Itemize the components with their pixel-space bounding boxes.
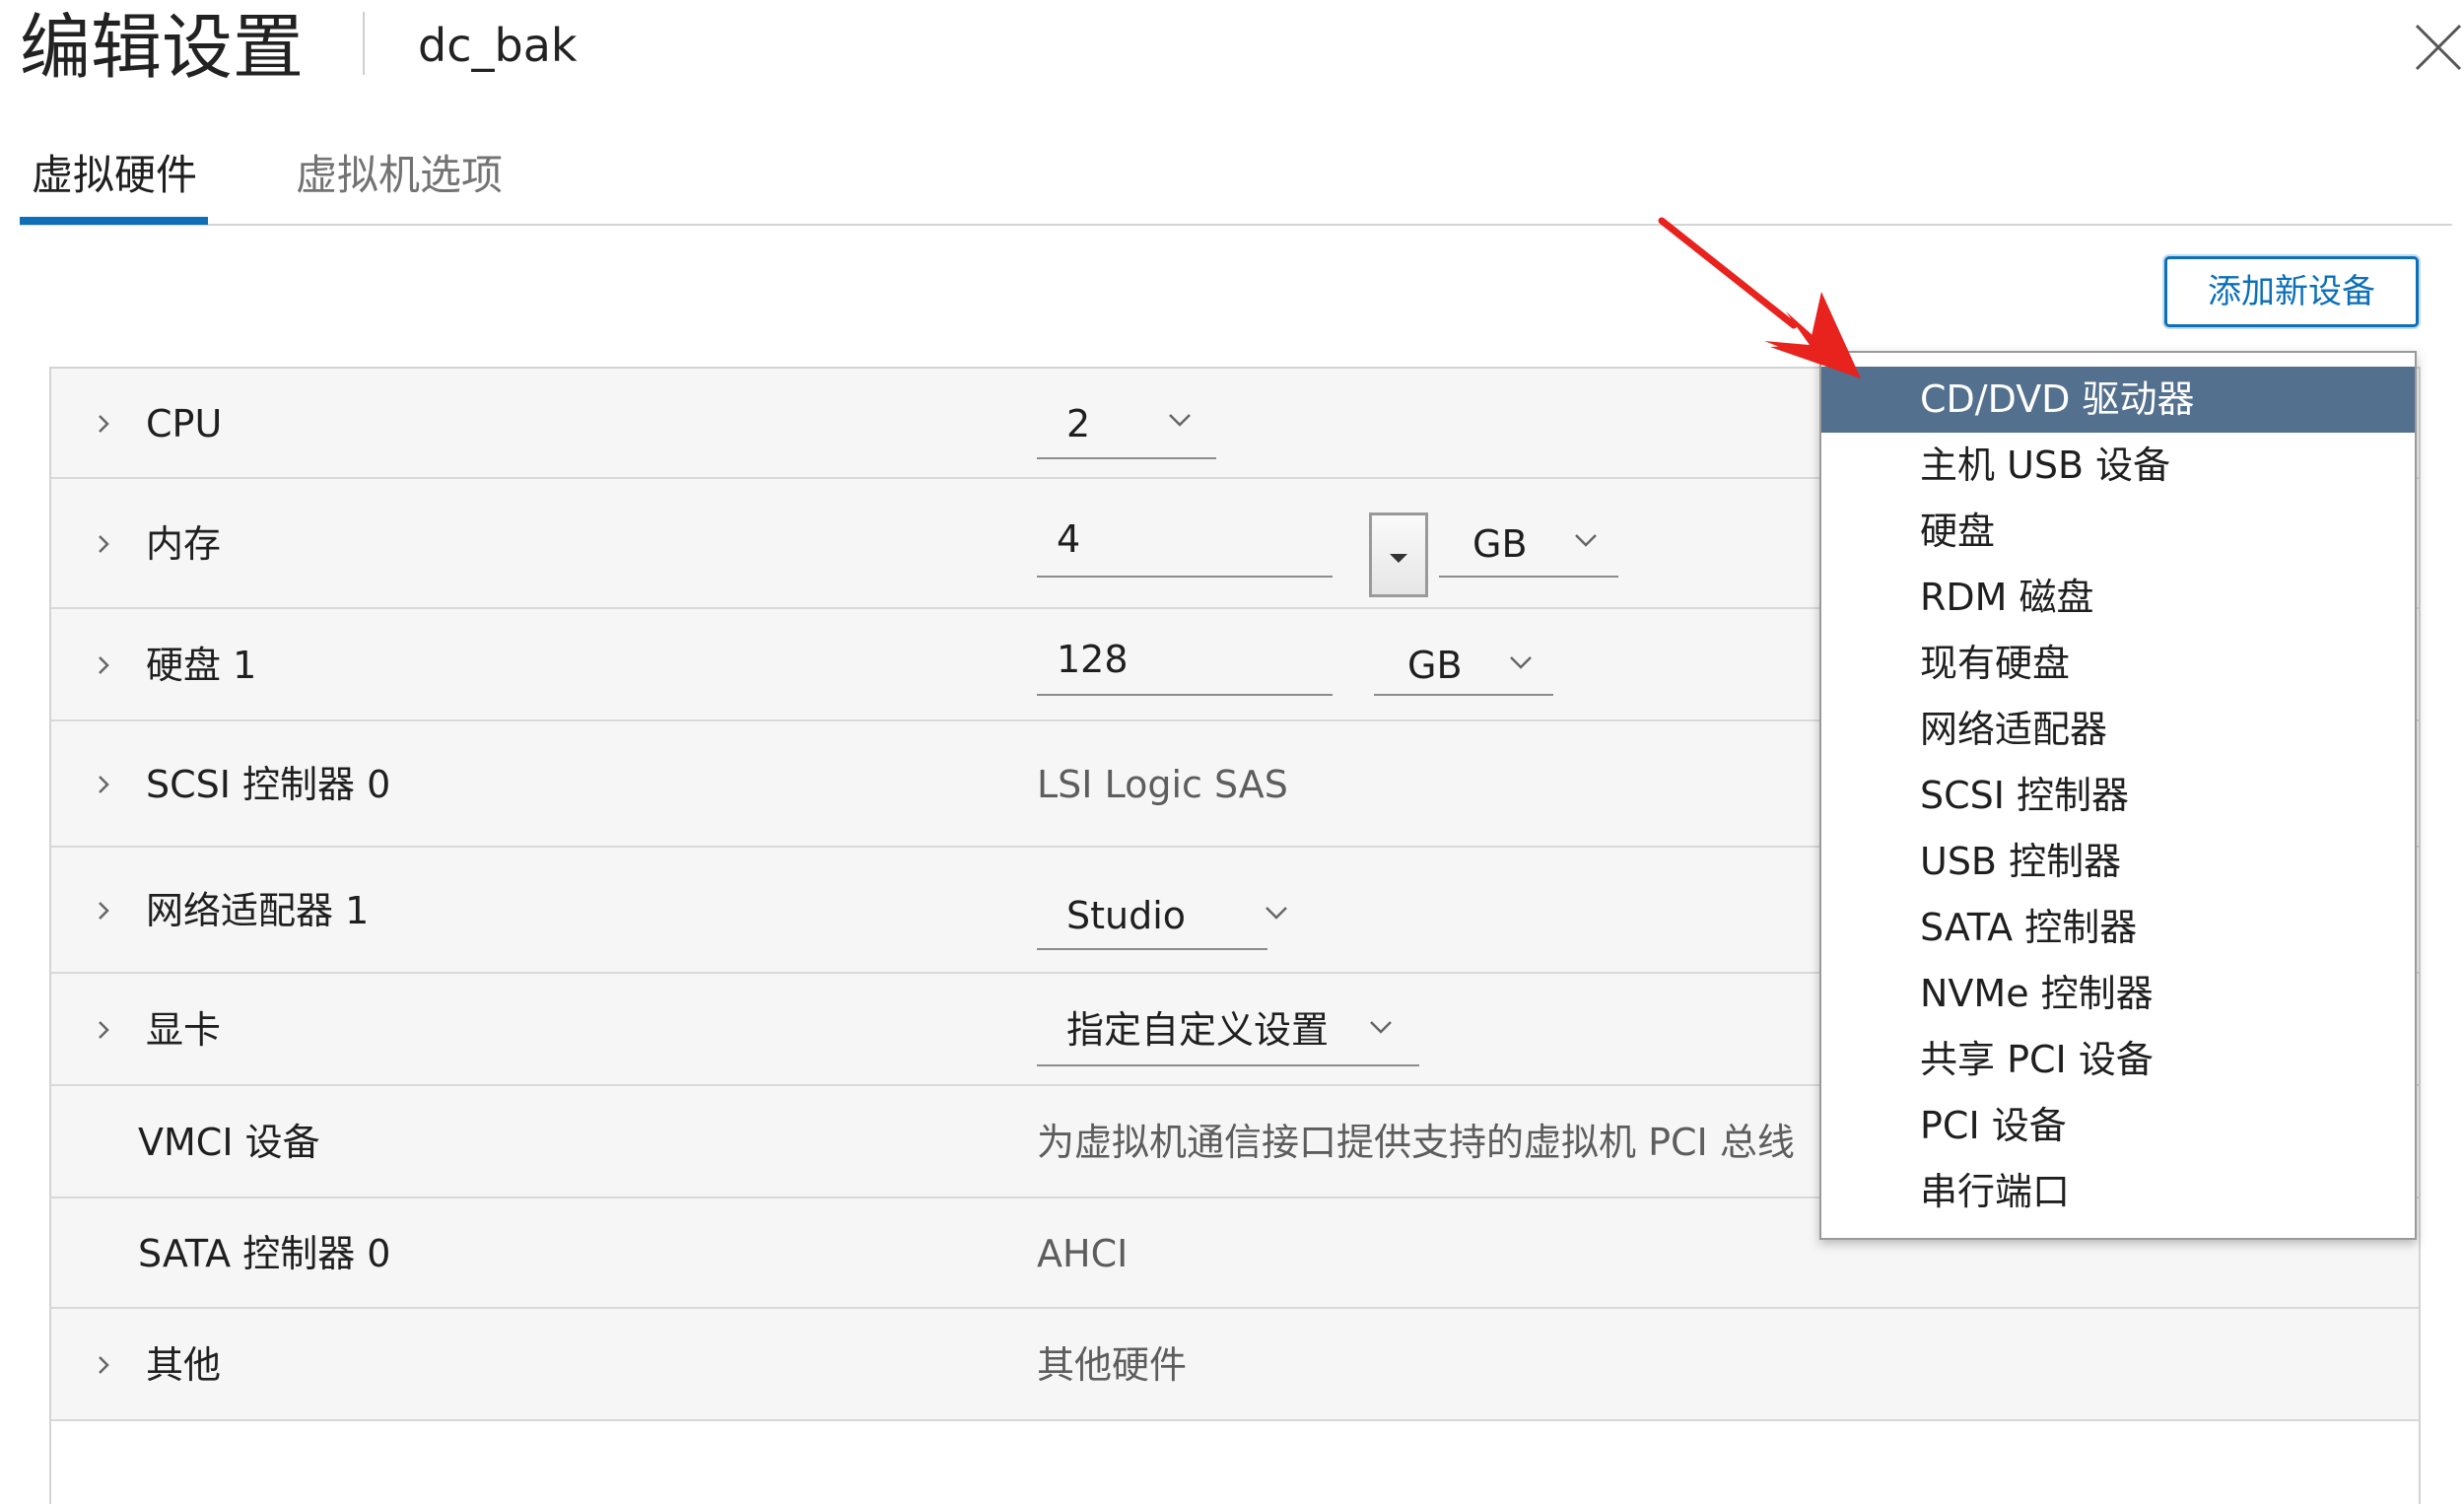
row-label-cpu: CPU bbox=[146, 402, 223, 445]
chevron-down-icon[interactable] bbox=[1368, 1019, 1394, 1035]
chevron-down-icon[interactable] bbox=[1508, 654, 1534, 670]
network-select-value[interactable]: Studio bbox=[1066, 891, 1186, 940]
tab-virtual-hardware[interactable]: 虚拟硬件 bbox=[32, 146, 197, 205]
chevron-right-icon[interactable] bbox=[91, 411, 116, 437]
chevron-down-icon[interactable] bbox=[1573, 532, 1599, 548]
menu-item-cd-dvd-drive[interactable]: CD/DVD 驱动器 bbox=[1821, 367, 2415, 433]
chevron-right-icon[interactable] bbox=[91, 652, 116, 678]
disk-unit-underline bbox=[1374, 694, 1553, 696]
add-new-device-button[interactable]: 添加新设备 bbox=[2164, 256, 2419, 327]
other-hardware-value: 其他硬件 bbox=[1037, 1343, 1188, 1387]
menu-item-existing-hard-disk[interactable]: 现有硬盘 bbox=[1821, 631, 2415, 697]
video-card-select-value[interactable]: 指定自定义设置 bbox=[1066, 1005, 1329, 1055]
caret-down-icon bbox=[1390, 554, 1407, 563]
chevron-down-icon[interactable] bbox=[1264, 905, 1289, 921]
row-label-other: 其他 bbox=[146, 1343, 222, 1387]
memory-unit-underline bbox=[1439, 576, 1618, 578]
chevron-down-icon[interactable] bbox=[1167, 412, 1193, 428]
menu-item-pci-device[interactable]: PCI 设备 bbox=[1821, 1093, 2415, 1159]
add-device-menu: CD/DVD 驱动器 主机 USB 设备 硬盘 RDM 磁盘 现有硬盘 网络适配… bbox=[1819, 351, 2417, 1240]
memory-unit-value[interactable]: GB bbox=[1472, 519, 1528, 569]
memory-input-underline bbox=[1037, 576, 1333, 578]
cpu-count-value[interactable]: 2 bbox=[1066, 399, 1090, 448]
menu-item-rdm-disk[interactable]: RDM 磁盘 bbox=[1821, 565, 2415, 631]
vm-name: dc_bak bbox=[418, 19, 578, 72]
tabs-divider bbox=[20, 224, 2452, 226]
menu-item-usb-controller[interactable]: USB 控制器 bbox=[1821, 829, 2415, 895]
menu-item-hard-disk[interactable]: 硬盘 bbox=[1821, 499, 2415, 565]
tab-vm-options[interactable]: 虚拟机选项 bbox=[296, 146, 503, 205]
row-label-memory: 内存 bbox=[146, 522, 222, 566]
active-tab-indicator bbox=[20, 217, 208, 225]
menu-item-scsi-controller[interactable]: SCSI 控制器 bbox=[1821, 763, 2415, 829]
memory-unit-stepper[interactable] bbox=[1369, 513, 1428, 597]
row-label-video-card: 显卡 bbox=[146, 1008, 222, 1052]
disk-unit-value[interactable]: GB bbox=[1407, 641, 1463, 690]
row-label-network-adapter: 网络适配器 1 bbox=[146, 889, 370, 932]
memory-size-input[interactable]: 4 bbox=[1057, 514, 1080, 564]
close-icon[interactable] bbox=[2413, 22, 2464, 73]
title-divider bbox=[363, 12, 365, 75]
menu-item-network-adapter[interactable]: 网络适配器 bbox=[1821, 697, 2415, 763]
menu-item-shared-pci-device[interactable]: 共享 PCI 设备 bbox=[1821, 1027, 2415, 1093]
cpu-select-underline bbox=[1037, 457, 1216, 459]
scsi-controller-type: LSI Logic SAS bbox=[1037, 763, 1288, 806]
chevron-right-icon[interactable] bbox=[91, 531, 116, 557]
row-label-scsi-controller: SCSI 控制器 0 bbox=[146, 763, 391, 806]
menu-item-nvme-controller[interactable]: NVMe 控制器 bbox=[1821, 961, 2415, 1027]
menu-item-serial-port[interactable]: 串行端口 bbox=[1821, 1159, 2415, 1225]
row-label-sata-controller: SATA 控制器 0 bbox=[138, 1232, 391, 1275]
disk-input-underline bbox=[1037, 694, 1333, 696]
row-label-hard-disk: 硬盘 1 bbox=[146, 644, 257, 687]
row-label-vmci-device: VMCI 设备 bbox=[138, 1121, 320, 1164]
sata-controller-type: AHCI bbox=[1037, 1232, 1129, 1275]
hardware-row-other[interactable]: 其他 其他硬件 bbox=[51, 1309, 2419, 1421]
dialog-title: 编辑设置 bbox=[20, 6, 305, 89]
chevron-right-icon[interactable] bbox=[91, 1017, 116, 1043]
vmci-device-description: 为虚拟机通信接口提供支持的虚拟机 PCI 总线 bbox=[1037, 1121, 1795, 1164]
chevron-right-icon[interactable] bbox=[91, 898, 116, 923]
video-card-select-underline bbox=[1037, 1064, 1419, 1066]
chevron-right-icon[interactable] bbox=[91, 772, 116, 797]
chevron-right-icon[interactable] bbox=[91, 1352, 116, 1378]
network-select-underline bbox=[1037, 948, 1267, 950]
menu-item-host-usb-device[interactable]: 主机 USB 设备 bbox=[1821, 433, 2415, 499]
disk-size-input[interactable]: 128 bbox=[1057, 635, 1129, 684]
menu-item-sata-controller[interactable]: SATA 控制器 bbox=[1821, 895, 2415, 961]
